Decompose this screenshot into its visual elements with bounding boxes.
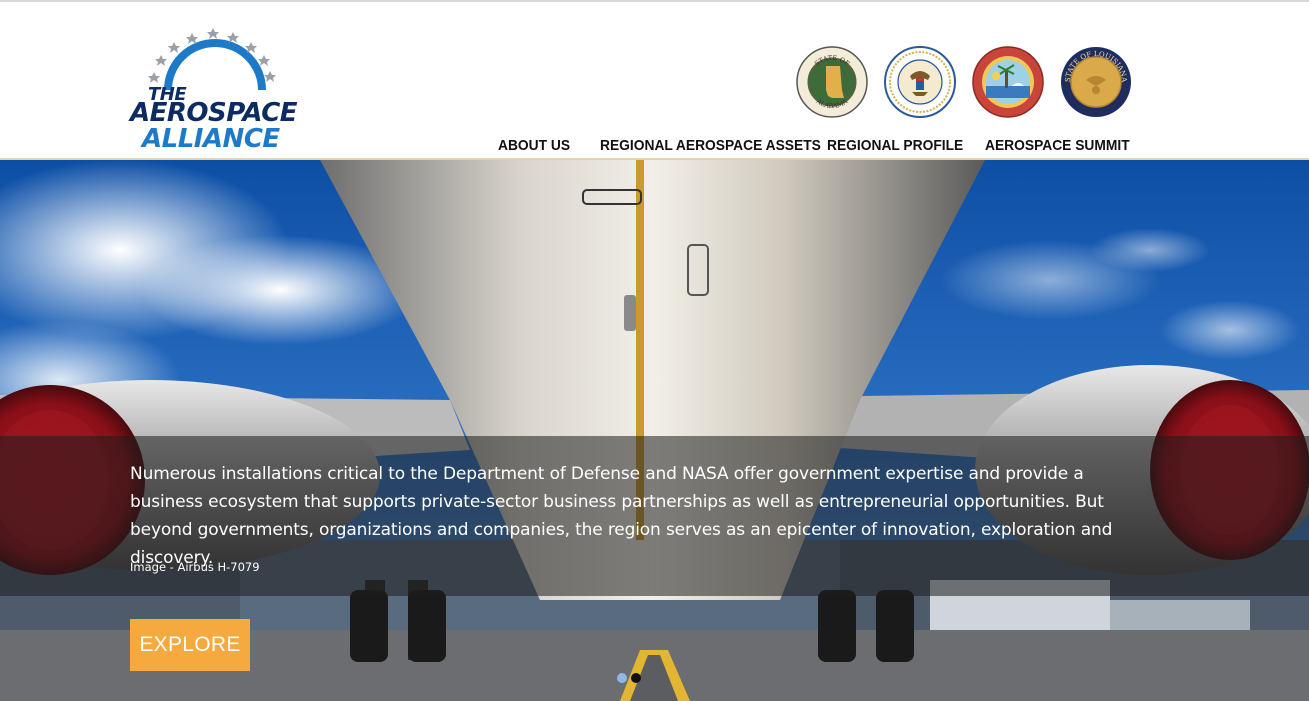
nav-about-us[interactable]: ABOUT US: [498, 137, 570, 154]
slider-dot-2[interactable]: [631, 673, 641, 683]
louisiana-seal[interactable]: STATE OF LOUISIANA: [1060, 46, 1132, 118]
nav-regional-aerospace-assets[interactable]: REGIONAL AEROSPACE ASSETS: [600, 137, 821, 154]
explore-button[interactable]: EXPLORE: [130, 619, 250, 671]
site-header: THE AEROSPACE ALLIANCE STATE OF ALABAMA: [0, 2, 1309, 158]
nav-regional-profile[interactable]: REGIONAL PROFILE: [827, 137, 963, 154]
nav-aerospace-summit[interactable]: AEROSPACE SUMMIT: [985, 137, 1130, 154]
image-credit: Image - Airbus H-7079: [130, 560, 260, 574]
hero-slider: Numerous installations critical to the D…: [0, 160, 1309, 701]
alabama-seal[interactable]: STATE OF ALABAMA: [796, 46, 868, 118]
mississippi-seal[interactable]: [884, 46, 956, 118]
state-seals: STATE OF ALABAMA STATE OF LOUISIANA: [796, 46, 1132, 122]
site-logo[interactable]: THE AEROSPACE ALLIANCE: [128, 22, 303, 154]
florida-seal[interactable]: [972, 46, 1044, 118]
main-nav: ABOUT US REGIONAL AEROSPACE ASSETS REGIO…: [0, 137, 1309, 157]
hero-caption: Numerous installations critical to the D…: [130, 464, 1113, 568]
slider-dot-1[interactable]: [617, 673, 627, 683]
slider-pagination: [617, 673, 647, 685]
logo-arc-stars-icon: [148, 28, 276, 91]
